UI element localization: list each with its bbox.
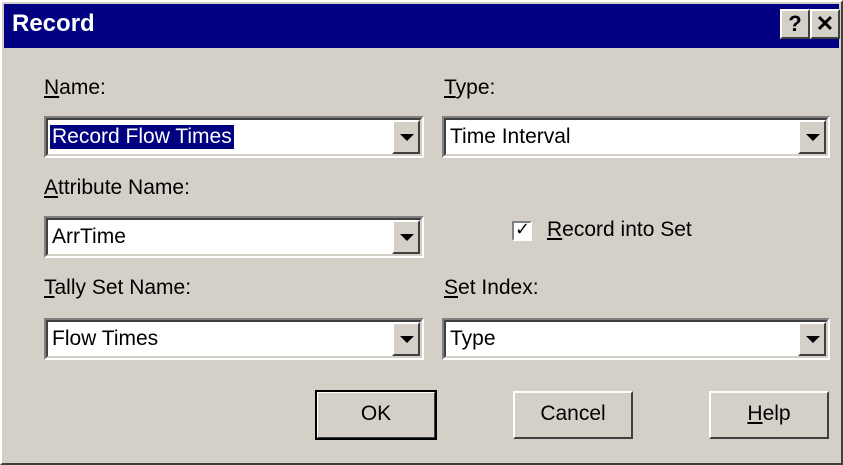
attribute-name-value: ArrTime: [52, 225, 126, 248]
record-dialog: Record ? ✕ Name: Record Flow Times Type:…: [0, 0, 843, 465]
dialog-title: Record: [12, 10, 95, 37]
tally-set-name-combo[interactable]: Flow Times: [44, 318, 424, 360]
cancel-button[interactable]: Cancel: [513, 391, 633, 439]
title-bar[interactable]: Record ? ✕: [4, 4, 840, 48]
chevron-down-icon: [400, 134, 414, 141]
ok-button[interactable]: OK: [315, 390, 437, 440]
set-index-combo[interactable]: Type: [442, 318, 830, 360]
name-label: Name:: [44, 76, 106, 99]
chevron-down-icon: [806, 336, 820, 343]
tally-set-name-value: Flow Times: [52, 327, 159, 350]
name-value: Record Flow Times: [50, 125, 234, 149]
attribute-name-label: Attribute Name:: [44, 176, 190, 199]
tally-set-name-label: Tally Set Name:: [44, 276, 192, 299]
type-dropdown-button[interactable]: [798, 120, 826, 154]
record-into-set-checkbox[interactable]: ✓: [512, 219, 532, 241]
checkmark-icon: ✓: [515, 219, 531, 240]
chevron-down-icon: [400, 336, 414, 343]
chevron-down-icon: [400, 234, 414, 241]
type-combo[interactable]: Time Interval: [442, 116, 830, 158]
help-button[interactable]: Help: [709, 391, 829, 439]
set-index-dropdown-button[interactable]: [798, 322, 826, 356]
type-value: Time Interval: [450, 125, 571, 148]
name-dropdown-button[interactable]: [392, 120, 420, 154]
record-into-set-label[interactable]: Record into Set: [547, 218, 692, 242]
tally-set-name-dropdown-button[interactable]: [392, 322, 420, 356]
help-icon[interactable]: ?: [780, 9, 810, 39]
set-index-value: Type: [450, 327, 496, 350]
attribute-name-combo[interactable]: ArrTime: [44, 216, 424, 258]
set-index-label: Set Index:: [444, 276, 539, 299]
chevron-down-icon: [806, 134, 820, 141]
attribute-name-dropdown-button[interactable]: [392, 220, 420, 254]
type-label: Type:: [444, 76, 496, 99]
name-combo[interactable]: Record Flow Times: [44, 116, 424, 158]
close-icon[interactable]: ✕: [810, 9, 840, 39]
